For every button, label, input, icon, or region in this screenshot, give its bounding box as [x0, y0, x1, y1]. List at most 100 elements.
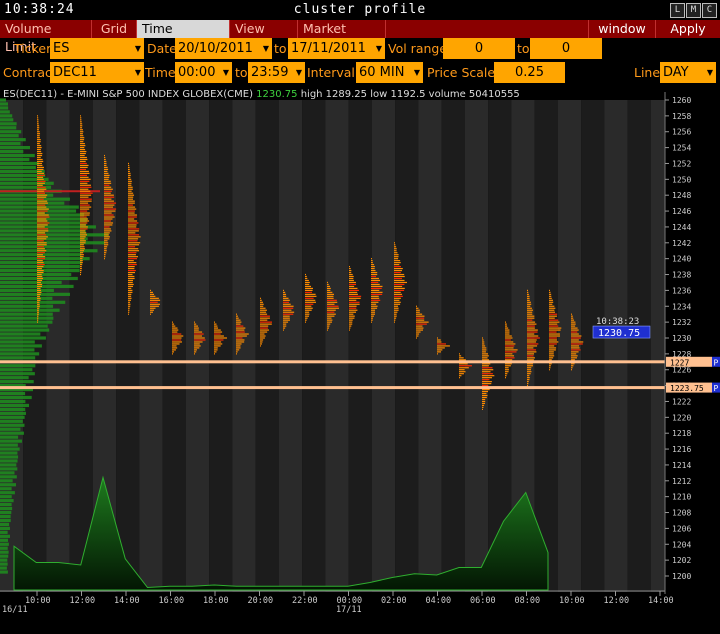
cluster-bar	[283, 297, 289, 299]
cluster-bar	[37, 287, 41, 290]
cluster-bar	[80, 244, 84, 246]
cluster-bar	[527, 309, 533, 311]
window-menu-button[interactable]: window	[588, 20, 656, 38]
menu-volume-limit[interactable]: Volume Limit	[0, 20, 92, 54]
cluster-bar	[236, 331, 245, 333]
window-button-c[interactable]: C	[702, 3, 717, 18]
cluster-bar	[505, 353, 513, 355]
cluster-bar	[150, 313, 151, 315]
window-button-m[interactable]: M	[686, 3, 701, 18]
cluster-bar	[305, 301, 316, 303]
interval-select[interactable]: 60 MIN ▼	[356, 62, 423, 83]
vol-range-to-label: to	[517, 41, 530, 56]
cluster-bar	[104, 198, 112, 200]
cluster-bar	[549, 339, 557, 341]
profile-bar	[0, 439, 22, 443]
cluster-bar	[150, 293, 155, 295]
cluster-bar	[236, 343, 242, 345]
time-tick-label: 12:00	[604, 596, 630, 606]
cluster-bar	[104, 240, 108, 242]
date-to-field[interactable]: 17/11/2011 ▼	[288, 38, 385, 59]
cluster-bar	[549, 337, 557, 339]
cluster-bar	[128, 285, 133, 288]
cluster-bar	[80, 266, 82, 268]
cluster-bar	[128, 186, 133, 188]
cluster-bar	[482, 390, 489, 393]
price-scale-input[interactable]: 0.25	[494, 62, 565, 83]
date-from-field[interactable]: 20/10/2011 ▼	[175, 38, 272, 59]
cluster-bar	[549, 309, 555, 311]
cluster-bar	[194, 333, 204, 335]
cluster-bar	[505, 369, 509, 371]
high-price: high 1289.25	[300, 89, 368, 100]
cluster-bar	[371, 291, 383, 293]
cluster-profile-chart[interactable]: 1260 1258 1256 1254 1252 1250 1248 1246 1244 1242…	[0, 88, 720, 634]
cluster-bar	[80, 152, 86, 155]
cluster-bar	[549, 331, 557, 333]
cluster-bar	[104, 200, 114, 202]
time-to-select[interactable]: 23:59 ▼	[248, 62, 305, 83]
price-tick-label: 1202	[672, 556, 691, 565]
cluster-bar	[571, 365, 574, 367]
cluster-bar	[527, 347, 534, 349]
ticker-select[interactable]: ES ▼	[50, 38, 144, 59]
cluster-bar	[80, 174, 88, 176]
contract-select[interactable]: DEC11 ▼	[50, 62, 144, 83]
cluster-bar	[371, 264, 375, 266]
cluster-bar	[104, 178, 109, 180]
cluster-bar	[128, 287, 132, 290]
profile-bar	[0, 403, 29, 408]
cluster-bar	[236, 339, 245, 341]
cluster-bar	[128, 204, 133, 206]
cluster-bar	[104, 204, 115, 206]
vol-range-from-input[interactable]: 0	[443, 38, 515, 59]
menu-grid[interactable]: Grid	[92, 20, 137, 38]
cluster-bar	[260, 345, 261, 347]
profile-bar	[0, 157, 30, 162]
menu-market-watch[interactable]: Market Watch	[298, 20, 386, 54]
cluster-bar	[327, 315, 335, 317]
line-select[interactable]: DAY ▼	[660, 62, 716, 83]
cluster-bar	[80, 184, 91, 186]
cluster-bar	[549, 353, 554, 355]
cluster-bar	[37, 248, 45, 250]
price-tick-label: 1214	[672, 461, 691, 470]
apply-button[interactable]: Apply	[656, 20, 720, 38]
cluster-bar	[394, 252, 398, 254]
cluster-bar	[214, 321, 215, 323]
cluster-bar	[128, 309, 130, 311]
cluster-bar	[80, 131, 84, 133]
cluster-bar	[527, 367, 532, 369]
cluster-bar	[549, 319, 559, 321]
cluster-bar	[80, 232, 87, 234]
cluster-bar	[571, 335, 582, 337]
cluster-bar	[482, 398, 486, 401]
cluster-bar	[327, 287, 331, 290]
cluster-bar	[172, 321, 173, 323]
column-stripe	[534, 100, 558, 592]
window-button-l[interactable]: L	[670, 3, 685, 18]
cluster-bar	[236, 353, 237, 355]
cluster-bar	[128, 164, 130, 167]
cluster-bar	[527, 357, 535, 359]
profile-bar	[0, 146, 30, 150]
cluster-bar	[104, 242, 109, 244]
time-tick-label: 18:00	[203, 596, 229, 606]
cluster-bar	[305, 277, 308, 280]
cluster-bar	[194, 321, 195, 323]
profile-bar	[0, 328, 50, 332]
cluster-bar	[128, 313, 129, 315]
cluster-bar	[571, 367, 573, 369]
time-from-select[interactable]: 00:00 ▼	[175, 62, 232, 83]
cluster-bar	[80, 129, 83, 131]
profile-bar	[0, 308, 60, 312]
profile-bar	[0, 110, 10, 114]
cluster-bar	[527, 317, 535, 319]
vol-range-to-input[interactable]: 0	[530, 38, 602, 59]
cluster-bar	[128, 192, 134, 194]
cluster-bar	[482, 385, 489, 387]
menu-view-dom[interactable]: View DOM	[230, 20, 298, 54]
cluster-bar	[128, 238, 139, 240]
cluster-bar	[104, 164, 107, 167]
menu-time-interval[interactable]: Time Interval	[137, 20, 230, 54]
